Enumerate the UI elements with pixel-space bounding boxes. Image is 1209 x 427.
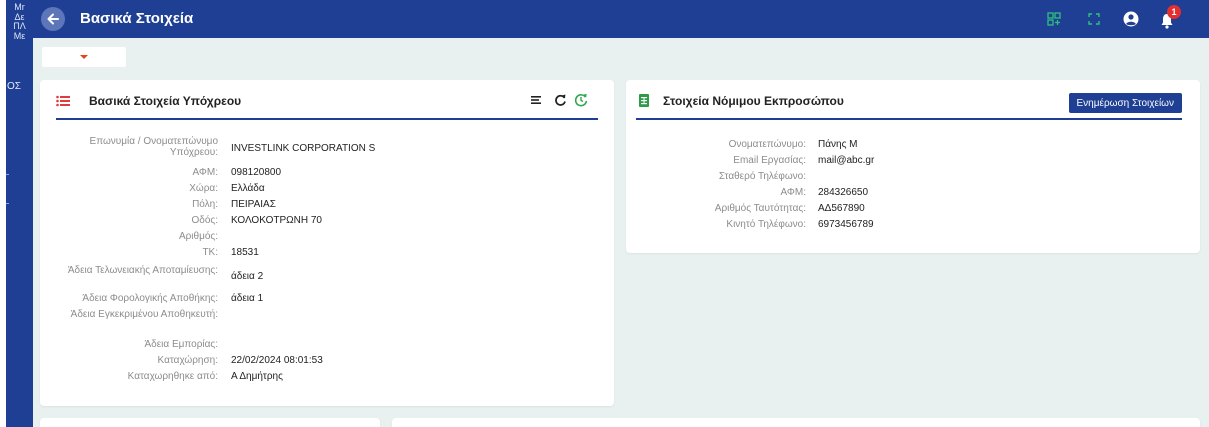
card-title: Στοιχεία Νόμιμου Εκπροσώπου — [663, 94, 844, 108]
field-label: Επωνυμία / Ονοματεπώνυμο Υπόχρεου: — [89, 136, 218, 158]
field-label: Οδός: — [191, 215, 218, 226]
lower-right-card — [392, 418, 1200, 427]
field-label: Χώρα: — [189, 183, 218, 194]
notification-badge: 1 — [1167, 5, 1181, 19]
field-value: άδεια 2 — [231, 271, 264, 282]
field-label: Άδεια Φορολογικής Αποθήκης: — [82, 293, 218, 304]
grid-add-icon[interactable] — [1045, 10, 1063, 28]
field-label: Καταχωρηθηκε από: — [127, 371, 218, 382]
spreadsheet-icon — [639, 94, 649, 107]
sidebar-section-label: ΟΣ — [7, 81, 21, 92]
caret-down-icon — [80, 55, 88, 59]
field-value: INVESTLINK CORPORATION S — [231, 143, 376, 154]
field-label: Σταθερό Τηλέφωνο: — [718, 171, 806, 182]
refresh-icon[interactable] — [552, 92, 568, 108]
field-label: Αριθμός: — [178, 231, 218, 242]
legal-representative-card: Στοιχεία Νόμιμου Εκπροσώπου Ενημέρωση Στ… — [626, 80, 1200, 253]
field-label: Κινητό Τηλέφωνο: — [726, 219, 806, 230]
sort-lines-icon[interactable] — [528, 92, 544, 108]
lower-left-card — [40, 418, 380, 427]
list-icon — [56, 95, 70, 107]
selector-dropdown[interactable] — [42, 47, 126, 67]
page-title: Βασικά Στοιχεία — [80, 10, 194, 27]
field-label: Καταχώρηση: — [157, 355, 218, 366]
sidebar-item-label[interactable]: Με — [6, 32, 33, 42]
back-button[interactable] — [41, 7, 65, 31]
sidebar-divider — [6, 174, 9, 175]
top-header-bar: Βασικά Στοιχεία 1 — [33, 0, 1209, 38]
card-title: Βασικά Στοιχεία Υπόχρεου — [89, 94, 242, 108]
taxpayer-details-card: Βασικά Στοιχεία Υπόχρεου Επωνυμία / Ονομ… — [40, 80, 614, 406]
field-label: Πόλη: — [192, 199, 218, 210]
field-label: Email Εργασίας: — [733, 155, 806, 166]
sidebar-divider — [6, 203, 9, 204]
field-label: Άδεια Τελωνειακής Αποταμίευσης: — [67, 265, 218, 276]
field-value: Πάνης Μ — [818, 139, 858, 150]
field-value: Α Δημήτρης — [231, 371, 283, 382]
field-value: άδεια 1 — [231, 293, 264, 304]
sidebar-item-label[interactable]: ΠΛ — [6, 22, 33, 32]
field-label: ΑΦΜ: — [192, 167, 218, 178]
field-label: ΑΦΜ: — [780, 187, 806, 198]
field-label: ΤΚ: — [202, 247, 218, 258]
field-value: 22/02/2024 08:01:53 — [231, 355, 323, 366]
field-value: Ελλάδα — [231, 183, 265, 194]
arrow-left-icon — [47, 13, 59, 25]
field-label: Αριθμός Ταυτότητας: — [714, 203, 806, 214]
field-label: Άδεια Εμπορίας: — [144, 339, 218, 350]
field-value: 098120800 — [231, 167, 282, 178]
history-icon[interactable] — [573, 92, 589, 108]
sidebar: Mr Δε ΠΛ Με ΟΣ — [6, 0, 33, 427]
field-label: Άδεια Εγκεκριμένου Αποθηκευτή: — [70, 309, 218, 320]
field-value: ΠΕΙΡΑΙΑΣ — [231, 199, 276, 210]
card-header: Βασικά Στοιχεία Υπόχρεου — [56, 80, 598, 120]
field-value: 18531 — [231, 247, 259, 258]
field-value: 6973456789 — [818, 219, 874, 230]
field-label: Ονοματεπώνυμο: — [728, 139, 806, 150]
field-row-name: Επωνυμία / Ονοματεπώνυμο Υπόχρεου: INVES… — [40, 136, 614, 160]
field-value: ΚΟΛΟΚΟΤΡΩΝΗ 70 — [231, 215, 322, 226]
sidebar-item-label[interactable]: Δε — [6, 13, 33, 23]
sidebar-item-label[interactable]: Mr — [6, 3, 33, 13]
user-account-icon[interactable] — [1122, 10, 1140, 28]
field-value: mail@abc.gr — [818, 155, 875, 166]
field-value: 284326650 — [818, 187, 869, 198]
update-details-button[interactable]: Ενημέρωση Στοιχείων — [1068, 93, 1182, 113]
field-value: ΑΔ567890 — [818, 203, 865, 214]
fullscreen-icon[interactable] — [1085, 10, 1103, 28]
